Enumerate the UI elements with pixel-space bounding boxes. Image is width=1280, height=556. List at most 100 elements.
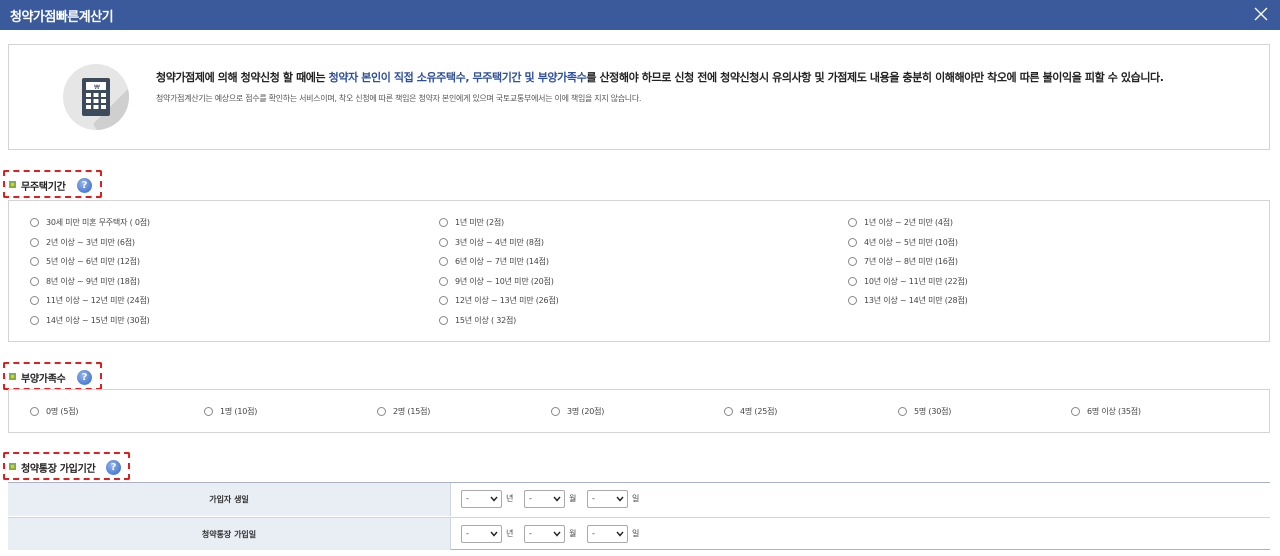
homeless-option-label: 6년 이상 ~ 7년 미만 (14점) [455, 257, 549, 266]
birth-year-select[interactable]: - [461, 490, 502, 508]
homeless-option-label: 5년 이상 ~ 6년 미만 (12점) [46, 257, 140, 266]
homeless-option[interactable]: 9년 이상 ~ 10년 미만 (20점) [439, 276, 554, 287]
radio-button[interactable] [439, 237, 448, 247]
radio-button[interactable] [848, 237, 857, 247]
radio-button[interactable] [848, 276, 857, 286]
homeless-option[interactable]: 13년 이상 ~ 14년 미만 (28점) [848, 295, 968, 306]
dependents-option[interactable]: 2명 (15점) [377, 406, 430, 417]
radio-button[interactable] [204, 407, 213, 416]
homeless-option[interactable]: 30세 미만 미혼 무주택자 ( 0점) [30, 217, 150, 228]
homeless-option[interactable]: 1년 이상 ~ 2년 미만 (4점) [848, 217, 953, 228]
bullet-icon [9, 463, 16, 470]
homeless-option[interactable]: 15년 이상 ( 32점) [439, 315, 516, 326]
homeless-options-box: 30세 미만 미혼 무주택자 ( 0점) 1년 미만 (2점) 1년 이상 ~ 2년… [8, 200, 1270, 342]
radio-button[interactable] [724, 407, 733, 416]
homeless-option[interactable]: 5년 이상 ~ 6년 미만 (12점) [30, 256, 140, 267]
join-year-select[interactable]: - [461, 525, 502, 543]
homeless-option[interactable]: 7년 이상 ~ 8년 미만 (16점) [848, 256, 958, 267]
homeless-option-label: 1년 이상 ~ 2년 미만 (4점) [864, 218, 953, 227]
radio-button[interactable] [30, 407, 39, 416]
homeless-option[interactable]: 14년 이상 ~ 15년 미만 (30점) [30, 315, 150, 326]
join-date-cell: - 년 - 월 - 일 [452, 518, 1270, 550]
homeless-option[interactable]: 3년 이상 ~ 4년 미만 (8점) [439, 237, 544, 248]
join-month-select[interactable]: - [524, 525, 565, 543]
homeless-option[interactable]: 10년 이상 ~ 11년 미만 (22점) [848, 276, 968, 287]
homeless-option-label: 7년 이상 ~ 8년 미만 (16점) [864, 257, 958, 266]
radio-button[interactable] [30, 257, 39, 266]
homeless-option-label: 3년 이상 ~ 4년 미만 (8점) [455, 237, 544, 247]
window-title: 청약가점빠른계산기 [10, 10, 114, 25]
homeless-option-label: 8년 이상 ~ 9년 미만 (18점) [46, 276, 140, 286]
notice-main-text: 청약가점제에 의해 청약신청 할 때에는 청약자 본인이 직접 소유주택수, 무… [156, 71, 1164, 84]
homeless-option[interactable]: 6년 이상 ~ 7년 미만 (14점) [439, 256, 549, 267]
homeless-option[interactable]: 1년 미만 (2점) [439, 217, 504, 228]
radio-button[interactable] [439, 315, 448, 325]
dependents-option[interactable]: 4명 (25점) [724, 406, 777, 417]
notice-highlight: 청약자 본인이 직접 소유주택수, 무주택기간 및 부양가족수 [328, 71, 587, 84]
radio-button[interactable] [30, 315, 39, 325]
dependents-option[interactable]: 3명 (20점) [551, 406, 604, 417]
dependents-option-label: 4명 (25점) [740, 407, 778, 416]
unit-day: 일 [632, 494, 640, 503]
help-icon[interactable]: ? [106, 460, 121, 475]
dependents-option-label: 3명 (20점) [567, 407, 605, 416]
section-account-title: 청약통장 가입기간 [21, 464, 96, 475]
section-dependents-header: 부양가족수 ? [3, 362, 102, 390]
birth-month-select[interactable]: - [524, 490, 565, 508]
radio-button[interactable] [848, 257, 857, 266]
row-label-birth: 가입자 생일 [8, 483, 451, 516]
dependents-option[interactable]: 5명 (30점) [898, 406, 951, 417]
radio-button[interactable] [30, 296, 39, 305]
homeless-option[interactable]: 2년 이상 ~ 3년 미만 (6점) [30, 237, 135, 248]
table-row: 청약통장 가입일 - 년 - 월 - 일 [8, 517, 1270, 550]
dependents-option[interactable]: 6명 이상 (35점) [1071, 406, 1141, 417]
homeless-option[interactable]: 8년 이상 ~ 9년 미만 (18점) [30, 276, 140, 287]
svg-text:₩: ₩ [94, 84, 100, 91]
radio-button[interactable] [377, 407, 386, 416]
dependents-option[interactable]: 0명 (5점) [30, 406, 78, 417]
dependents-option-label: 5명 (30점) [914, 407, 952, 416]
homeless-option-label: 30세 미만 미혼 무주택자 ( 0점) [46, 218, 150, 227]
dependents-option[interactable]: 1명 (10점) [204, 406, 257, 417]
chevron-down-icon [616, 531, 624, 537]
homeless-option-label: 9년 이상 ~ 10년 미만 (20점) [455, 276, 554, 286]
homeless-option-label: 15년 이상 ( 32점) [455, 315, 517, 325]
radio-button[interactable] [30, 218, 39, 227]
section-homeless-title: 무주택기간 [21, 182, 66, 193]
chevron-down-icon [490, 496, 498, 502]
join-day-select[interactable]: - [587, 525, 628, 543]
dependents-option-label: 0명 (5점) [46, 407, 79, 416]
radio-button[interactable] [439, 257, 448, 266]
radio-button[interactable] [551, 407, 560, 416]
calculator-icon: ₩ [63, 64, 129, 130]
birth-date-cell: - 년 - 월 - 일 [452, 483, 1270, 516]
close-icon[interactable] [1252, 5, 1270, 23]
help-icon[interactable]: ? [77, 370, 92, 385]
dependents-options-box: 0명 (5점) 1명 (10점) 2명 (15점) 3명 (20점) 4명 (25점) 5… [8, 389, 1270, 433]
homeless-option[interactable]: 4년 이상 ~ 5년 미만 (10점) [848, 237, 958, 248]
radio-button[interactable] [848, 296, 857, 305]
unit-month: 월 [569, 529, 577, 538]
radio-button[interactable] [439, 276, 448, 286]
radio-button[interactable] [848, 218, 857, 227]
bullet-icon [9, 373, 16, 380]
radio-button[interactable] [439, 296, 448, 305]
chevron-down-icon [553, 496, 561, 502]
help-icon[interactable]: ? [77, 178, 92, 193]
chevron-down-icon [616, 496, 624, 502]
section-dependents-title: 부양가족수 [21, 374, 66, 385]
homeless-option-label: 1년 미만 (2점) [455, 218, 504, 227]
homeless-option[interactable]: 11년 이상 ~ 12년 미만 (24점) [30, 295, 150, 306]
homeless-option-label: 4년 이상 ~ 5년 미만 (10점) [864, 237, 958, 247]
radio-button[interactable] [1071, 407, 1080, 416]
chevron-down-icon [490, 531, 498, 537]
unit-day: 일 [632, 529, 640, 538]
radio-button[interactable] [30, 276, 39, 286]
radio-button[interactable] [898, 407, 907, 416]
birth-day-select[interactable]: - [587, 490, 628, 508]
homeless-option-label: 13년 이상 ~ 14년 미만 (28점) [864, 296, 968, 305]
radio-button[interactable] [30, 237, 39, 247]
homeless-option[interactable]: 12년 이상 ~ 13년 미만 (26점) [439, 295, 559, 306]
radio-button[interactable] [439, 218, 448, 227]
dependents-option-label: 1명 (10점) [220, 407, 258, 416]
